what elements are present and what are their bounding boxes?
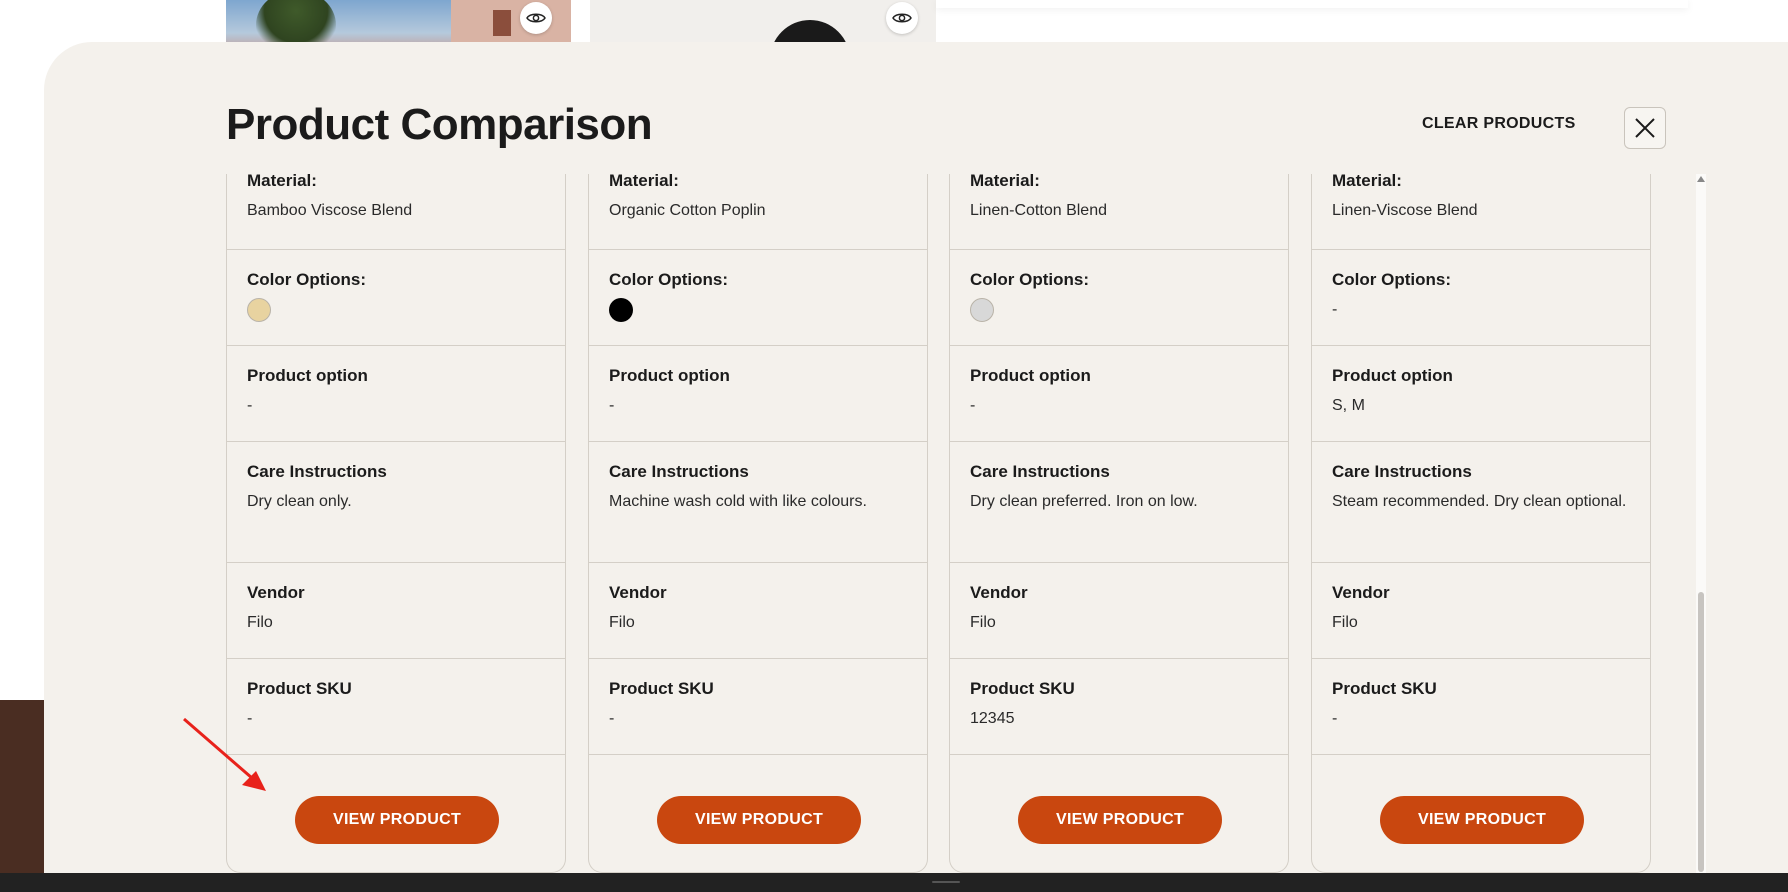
- color-swatch[interactable]: [970, 298, 994, 322]
- attribute-cell-care: Care Instructions Dry clean only.: [227, 442, 565, 563]
- product-column: Material: Linen-Viscose Blend Color Option…: [1311, 174, 1651, 873]
- scroll-up-arrow-icon[interactable]: [1697, 176, 1705, 182]
- attribute-cell-sku: Product SKU 12345: [950, 659, 1288, 755]
- attribute-label: Product SKU: [609, 679, 714, 698]
- attribute-cell-sku: Product SKU -: [227, 659, 565, 755]
- scrollbar[interactable]: [1696, 174, 1706, 873]
- quick-view-eye-icon[interactable]: [886, 2, 918, 34]
- product-option-value: -: [970, 397, 976, 414]
- view-product-button[interactable]: VIEW PRODUCT: [295, 796, 499, 844]
- attribute-label: Product SKU: [247, 679, 352, 698]
- sku-value: -: [1332, 710, 1338, 727]
- attribute-label: Care Instructions: [970, 462, 1110, 481]
- attribute-label: Material:: [609, 174, 679, 190]
- attribute-cell-care: Care Instructions Machine wash cold with …: [589, 442, 927, 563]
- sku-value: -: [609, 710, 615, 727]
- attribute-label: Color Options:: [609, 270, 728, 289]
- scrollbar-thumb[interactable]: [1698, 592, 1704, 872]
- attribute-label: Care Instructions: [1332, 462, 1472, 481]
- sku-value: -: [247, 710, 253, 727]
- product-column: Material: Organic Cotton Poplin Color Opti…: [588, 174, 928, 873]
- comparison-drawer: Product Comparison CLEAR PRODUCTS Materi…: [44, 42, 1788, 873]
- product-option-value: -: [609, 397, 615, 414]
- vendor-value: Filo: [1332, 614, 1358, 631]
- attribute-cell-color: Color Options: -: [1312, 250, 1650, 346]
- sku-value: 12345: [970, 710, 1015, 727]
- color-swatch[interactable]: [247, 298, 271, 322]
- attribute-cell-sku: Product SKU -: [589, 659, 927, 755]
- attribute-label: Vendor: [609, 583, 667, 602]
- close-button[interactable]: [1624, 107, 1666, 149]
- attribute-cell-care: Care Instructions Dry clean preferred. Ir…: [950, 442, 1288, 563]
- product-option-value: -: [247, 397, 253, 414]
- attribute-cell-vendor: Vendor Filo: [1312, 563, 1650, 659]
- attribute-label: Care Instructions: [609, 462, 749, 481]
- attribute-cell-care: Care Instructions Steam recommended. Dry …: [1312, 442, 1650, 563]
- page-title: Product Comparison: [226, 100, 653, 149]
- care-instructions-value: Dry clean preferred. Iron on low.: [970, 493, 1198, 510]
- close-icon: [1635, 118, 1655, 138]
- view-product-button[interactable]: VIEW PRODUCT: [1018, 796, 1222, 844]
- attribute-label: Material:: [1332, 174, 1402, 190]
- attribute-label: Color Options:: [1332, 270, 1451, 289]
- attribute-cell-vendor: Vendor Filo: [589, 563, 927, 659]
- attribute-label: Product option: [970, 366, 1091, 385]
- attribute-label: Product option: [1332, 366, 1453, 385]
- vendor-value: Filo: [247, 614, 273, 631]
- background-header-strip: [936, 0, 1688, 8]
- attribute-cell-vendor: Vendor Filo: [227, 563, 565, 659]
- attribute-label: Care Instructions: [247, 462, 387, 481]
- attribute-label: Vendor: [970, 583, 1028, 602]
- attribute-label: Color Options:: [970, 270, 1089, 289]
- attribute-cell-material: Material: Linen-Viscose Blend: [1312, 174, 1650, 250]
- background-footer-block: [0, 700, 44, 880]
- clear-products-button[interactable]: CLEAR PRODUCTS: [1416, 114, 1582, 134]
- attribute-label: Product option: [609, 366, 730, 385]
- material-value: Bamboo Viscose Blend: [247, 202, 413, 219]
- care-instructions-value: Steam recommended. Dry clean optional.: [1332, 493, 1627, 510]
- attribute-cell-vendor: Vendor Filo: [950, 563, 1288, 659]
- attribute-cell-option: Product option -: [227, 346, 565, 442]
- attribute-cell-option: Product option -: [950, 346, 1288, 442]
- attribute-label: Product SKU: [1332, 679, 1437, 698]
- attribute-cell-color: Color Options:: [950, 250, 1288, 346]
- annotation-arrow-icon: [183, 717, 266, 791]
- product-column: Material: Bamboo Viscose Blend Color Optio…: [226, 174, 566, 873]
- attribute-cell-option: Product option -: [589, 346, 927, 442]
- care-instructions-value: Dry clean only.: [247, 493, 352, 510]
- material-value: Linen-Cotton Blend: [970, 202, 1107, 219]
- comparison-table[interactable]: Material: Bamboo Viscose Blend Color Optio…: [226, 174, 1696, 873]
- vendor-value: Filo: [970, 614, 996, 631]
- material-value: Linen-Viscose Blend: [1332, 202, 1478, 219]
- attribute-cell-material: Material: Organic Cotton Poplin: [589, 174, 927, 250]
- quick-view-eye-icon[interactable]: [520, 2, 552, 34]
- attribute-cell-material: Material: Linen-Cotton Blend: [950, 174, 1288, 250]
- attribute-label: Product SKU: [970, 679, 1075, 698]
- attribute-label: Color Options:: [247, 270, 366, 289]
- color-swatch[interactable]: [609, 298, 633, 322]
- view-product-button[interactable]: VIEW PRODUCT: [657, 796, 861, 844]
- bottom-bar: [0, 873, 1788, 892]
- attribute-label: Vendor: [247, 583, 305, 602]
- attribute-cell-sku: Product SKU -: [1312, 659, 1650, 755]
- vendor-value: Filo: [609, 614, 635, 631]
- color-options-value: -: [1332, 301, 1338, 318]
- attribute-label: Material:: [247, 174, 317, 190]
- care-instructions-value: Machine wash cold with like colours.: [609, 493, 867, 510]
- material-value: Organic Cotton Poplin: [609, 202, 766, 219]
- attribute-cell-color: Color Options:: [227, 250, 565, 346]
- attribute-label: Vendor: [1332, 583, 1390, 602]
- attribute-cell-material: Material: Bamboo Viscose Blend: [227, 174, 565, 250]
- attribute-cell-color: Color Options:: [589, 250, 927, 346]
- attribute-label: Material:: [970, 174, 1040, 190]
- product-column: Material: Linen-Cotton Blend Color Options…: [949, 174, 1289, 873]
- view-product-button[interactable]: VIEW PRODUCT: [1380, 796, 1584, 844]
- product-option-value: S, M: [1332, 397, 1365, 414]
- attribute-cell-option: Product option S, M: [1312, 346, 1650, 442]
- attribute-label: Product option: [247, 366, 368, 385]
